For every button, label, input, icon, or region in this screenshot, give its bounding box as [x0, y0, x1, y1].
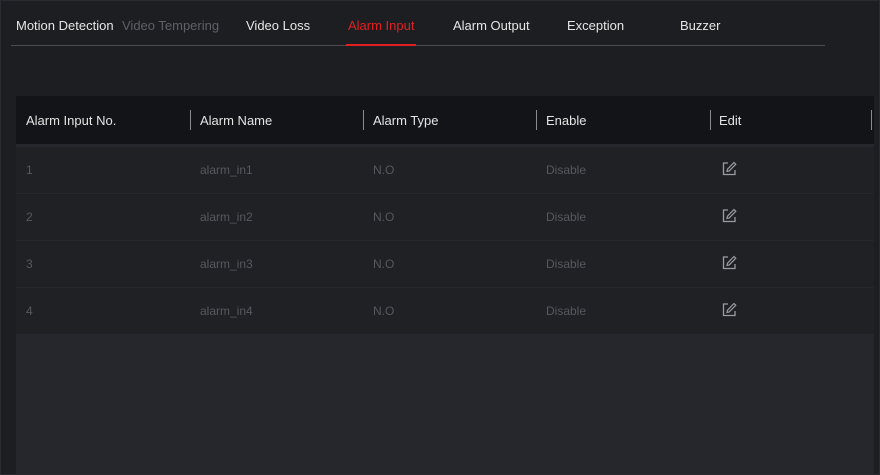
tab-bar: Motion Detection Video Tempering Video L…	[11, 11, 825, 46]
table-row[interactable]: 1 alarm_in1 N.O Disable	[16, 147, 874, 193]
column-divider	[710, 110, 711, 130]
alarm-input-no: 1	[26, 163, 33, 177]
table-row[interactable]: 3 alarm_in3 N.O Disable	[16, 241, 874, 287]
column-header-enable: Enable	[546, 113, 587, 128]
enable-status: Disable	[546, 210, 587, 224]
alarm-name: alarm_in3	[200, 257, 253, 271]
alarm-input-table: Alarm Input No. Alarm Name Alarm Type En…	[16, 96, 874, 474]
tab-buzzer[interactable]: Buzzer	[680, 18, 720, 33]
alarm-type: N.O	[373, 163, 395, 177]
edit-icon[interactable]	[721, 208, 737, 224]
column-header-alarm-type: Alarm Type	[373, 113, 439, 128]
column-divider	[363, 110, 364, 130]
column-header-alarm-name: Alarm Name	[200, 113, 273, 128]
enable-status: Disable	[546, 163, 587, 177]
tab-alarm-input[interactable]: Alarm Input	[345, 18, 417, 46]
column-header-edit: Edit	[719, 113, 742, 128]
edit-icon[interactable]	[721, 302, 737, 318]
alarm-input-no: 3	[26, 257, 33, 271]
column-divider	[871, 110, 872, 130]
tab-video-tempering: Video Tempering	[122, 18, 220, 33]
alarm-name: alarm_in1	[200, 163, 253, 177]
column-header-alarm-input-no: Alarm Input No.	[26, 113, 117, 128]
enable-status: Disable	[546, 257, 587, 271]
alarm-input-no: 2	[26, 210, 33, 224]
settings-panel: Motion Detection Video Tempering Video L…	[0, 0, 880, 475]
alarm-type: N.O	[373, 210, 395, 224]
alarm-type: N.O	[373, 304, 395, 318]
enable-status: Disable	[546, 304, 587, 318]
alarm-input-no: 4	[26, 304, 33, 318]
tab-exception[interactable]: Exception	[567, 18, 624, 33]
table-header: Alarm Input No. Alarm Name Alarm Type En…	[16, 96, 874, 144]
edit-icon[interactable]	[721, 255, 737, 271]
tab-motion-detection[interactable]: Motion Detection	[16, 18, 114, 33]
tab-video-loss[interactable]: Video Loss	[246, 18, 310, 33]
column-divider	[190, 110, 191, 130]
table-row[interactable]: 2 alarm_in2 N.O Disable	[16, 194, 874, 240]
alarm-name: alarm_in2	[200, 210, 253, 224]
table-row[interactable]: 4 alarm_in4 N.O Disable	[16, 288, 874, 334]
alarm-type: N.O	[373, 257, 395, 271]
column-divider	[536, 110, 537, 130]
edit-icon[interactable]	[721, 161, 737, 177]
alarm-name: alarm_in4	[200, 304, 253, 318]
tab-alarm-output[interactable]: Alarm Output	[453, 18, 530, 33]
